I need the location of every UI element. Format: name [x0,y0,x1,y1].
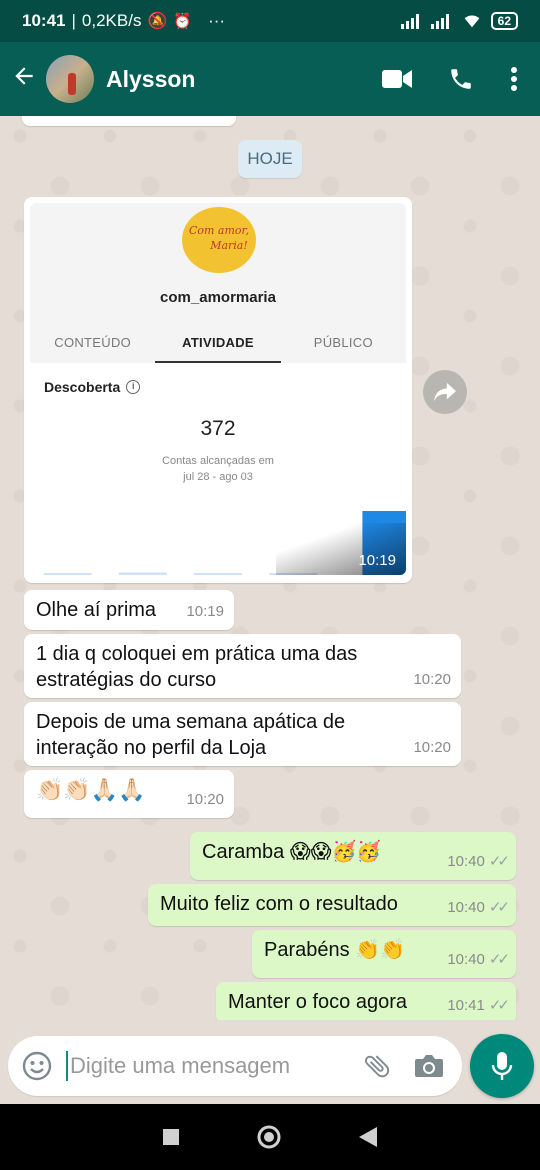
tab-activity: ATIVIDADE [155,323,281,363]
phone-icon[interactable] [448,66,474,92]
message-bubble-in[interactable]: Depois de uma semana apática de interaçã… [24,702,461,766]
system-nav-bar [0,1104,540,1170]
message-text: Muito feliz com o resultado [160,893,398,915]
message-text: Depois de uma semana apática de [36,711,346,733]
instagram-header: Com amor, Maria! com_amormaria CONTEÚDO … [30,203,406,363]
read-ticks-icon: ✓✓ [488,951,510,968]
camera-icon[interactable] [414,1053,444,1079]
divider: | [71,11,76,30]
message-text: 1 dia q coloquei em prática uma das [36,643,358,665]
message-text: Olhe aí prima [36,599,157,621]
chart-bar [43,573,92,575]
microphone-icon [491,1052,513,1080]
signal-icon [430,14,449,29]
tab-audience: PÚBLICO [313,335,373,350]
alarm-icon: ⏰ [173,13,193,30]
profile-logo: Com amor, Maria! [182,207,256,273]
message-time: 10:40 ✓✓ [447,947,510,973]
avatar[interactable] [46,55,94,103]
home-icon[interactable] [257,1125,281,1149]
back-icon[interactable] [359,1127,377,1147]
time-text: 10:40 [447,853,485,870]
recents-icon[interactable] [163,1129,179,1145]
paperclip-icon[interactable] [362,1051,392,1081]
message-bubble-out[interactable]: Muito feliz com o resultado 10:40 ✓✓ [148,884,516,926]
date-chip: HOJE [238,140,302,178]
time-text: 10:40 [447,899,485,916]
section-title-text: Descoberta [44,379,121,395]
emoji-icon[interactable] [22,1051,52,1081]
metric-value: 372 [200,417,236,440]
message-text: Manter o foco agora [228,991,407,1013]
logo-text: Maria! [210,239,248,252]
chat-area[interactable]: HOJE Com amor, Maria! com_amormaria CONT… [0,116,540,1020]
image-message[interactable]: Com amor, Maria! com_amormaria CONTEÚDO … [24,197,412,583]
metric-label-line: Contas alcançadas em [162,455,274,467]
profile-username: com_amormaria [160,289,276,306]
mic-button[interactable] [470,1034,534,1098]
message-time: 10:40 ✓✓ [447,895,510,921]
message-time: 10:20 [413,739,451,756]
message-text: 👏🏻👏🏻🙏🏻🙏🏻 [36,777,146,802]
message-bubble-out[interactable]: Parabéns 👏👏 10:40 ✓✓ [252,930,516,978]
chart-bar [118,572,167,575]
logo-text: Com amor, [188,224,250,237]
message-text: Parabéns 👏👏 [264,939,405,961]
image-preview[interactable]: Com amor, Maria! com_amormaria CONTEÚDO … [30,203,406,575]
message-text: estratégias do curso [36,669,217,691]
message-bubble-in[interactable]: 1 dia q coloquei em prática uma das estr… [24,634,461,698]
network-speed: 0,2KB/s [81,11,142,30]
more-vert-icon[interactable] [510,66,518,92]
contact-name[interactable]: Alysson [106,66,195,93]
previous-message-bubble [22,116,236,126]
status-bar: 10:41 | 0,2KB/s 🔕 ⏰ ··· 62 [0,0,540,42]
message-bubble-in[interactable]: 👏🏻👏🏻🙏🏻🙏🏻 10:20 [24,770,234,818]
metric-label-line: jul 28 - ago 03 [183,471,253,483]
chart-bar [194,573,242,575]
message-time: 10:20 [413,671,451,688]
message-composer [8,1036,462,1096]
time-text: 10:40 [447,951,485,968]
tab-content: CONTEÚDO [54,335,132,350]
message-time: 10:19 [358,552,396,569]
time-text: 10:41 [447,997,485,1014]
battery-icon: 62 [490,12,518,30]
message-input[interactable] [66,1051,362,1081]
arrow-left-icon[interactable] [2,63,46,96]
read-ticks-icon: ✓✓ [488,899,510,916]
message-text: interação no perfil da Loja [36,737,267,759]
video-call-icon[interactable] [382,68,412,90]
read-ticks-icon: ✓✓ [488,853,510,870]
message-text: Caramba 😱😱🥳🥳 [202,841,382,863]
message-time: 10:19 [186,603,224,620]
forward-icon[interactable] [423,370,467,414]
read-ticks-icon: ✓✓ [488,997,510,1014]
more-notifications-icon: ··· [208,11,226,30]
section-title: Descoberta i [44,379,141,395]
message-time: 10:40 ✓✓ [447,849,510,875]
message-bubble-out[interactable]: Manter o foco agora 10:41 ✓✓ [216,982,516,1020]
mute-icon: 🔕 [147,13,168,30]
signal-icon [400,14,419,29]
chat-header: Alysson [0,42,540,116]
message-bubble-in[interactable]: Olhe aí prima 10:19 [24,590,234,630]
message-time: 10:41 ✓✓ [447,993,510,1019]
wifi-icon [464,15,479,28]
metric-label: Contas alcançadas em jul 28 - ago 03 [30,453,406,485]
message-bubble-out[interactable]: Caramba 😱😱🥳🥳 10:40 ✓✓ [190,832,516,880]
status-time: 10:41 [22,11,66,30]
insights-tabs: CONTEÚDO ATIVIDADE PÚBLICO [30,323,406,363]
message-time: 10:20 [186,791,224,808]
info-icon: i [126,380,141,394]
